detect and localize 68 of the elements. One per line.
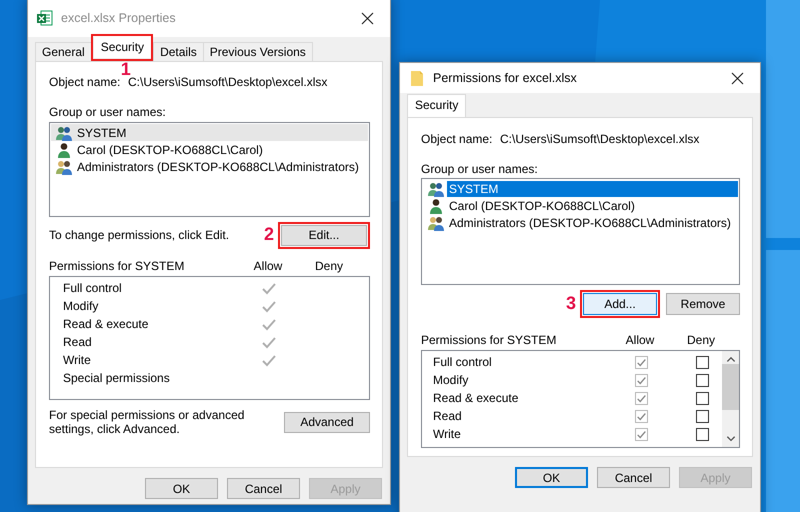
action-button[interactable]: Edit... [281, 224, 367, 246]
permission-name: Read [62, 335, 93, 349]
action-button[interactable]: Remove [666, 293, 740, 315]
checkbox[interactable] [696, 410, 708, 422]
object-path: C:\Users\iSumsoft\Desktop\excel.xlsx [500, 132, 700, 146]
users-icon [428, 180, 444, 196]
permission-name: Write [62, 353, 92, 367]
users-icon [56, 124, 72, 140]
tab[interactable]: General [35, 42, 92, 61]
section-label: Permissions for SYSTEM [421, 333, 558, 347]
user-icon [56, 142, 72, 158]
scrollbar[interactable] [722, 351, 739, 447]
tab[interactable]: Details [153, 42, 204, 61]
list-item[interactable]: SYSTEM [447, 180, 738, 196]
permission-name: Read [432, 409, 463, 423]
scroll-thumb[interactable] [722, 364, 739, 410]
users-icon [428, 214, 444, 230]
column-header: Deny [686, 333, 716, 347]
permission-name: Write [432, 427, 462, 441]
scroll-down-icon [724, 434, 736, 443]
close-icon[interactable] [730, 72, 744, 84]
tab[interactable]: Security [407, 94, 466, 117]
spreadsheet-icon [37, 10, 53, 26]
close-icon[interactable] [360, 12, 374, 24]
action-button[interactable]: Add... [583, 293, 657, 315]
field-label: Object name: [421, 132, 494, 146]
hint-text: For special permissions or advanced settings, click Advanced. [49, 408, 246, 436]
list-item[interactable]: Administrators (DESKTOP-KO688CL\Administrators) [75, 158, 361, 174]
list-item[interactable]: Carol (DESKTOP-KO688CL\Carol) [75, 142, 265, 158]
checkbox[interactable] [696, 374, 708, 386]
permission-name: Modify [62, 299, 100, 313]
section-label: Group or user names: [421, 162, 539, 176]
list-item[interactable]: SYSTEM [75, 124, 128, 140]
hint-text: To change permissions, click Edit. [49, 228, 230, 242]
permission-name: Read & execute [62, 317, 150, 331]
users-icon [56, 158, 72, 174]
step-number: 3 [566, 294, 576, 312]
dialog-button[interactable]: Cancel [227, 478, 300, 499]
user-icon [428, 198, 444, 214]
dialog-button[interactable]: Cancel [597, 467, 670, 488]
checkbox[interactable] [696, 392, 708, 404]
checkbox[interactable] [696, 428, 708, 440]
object-path: C:\Users\iSumsoft\Desktop\excel.xlsx [128, 75, 328, 89]
window-title: Permissions for excel.xlsx [433, 71, 578, 85]
folder-icon [409, 70, 425, 86]
section-label: Group or user names: [49, 105, 167, 119]
permission-name: Full control [432, 355, 493, 369]
column-header: Deny [314, 259, 344, 273]
permission-name: Read & execute [432, 391, 520, 405]
column-header: Allow [252, 259, 284, 273]
advanced-button[interactable]: Advanced [284, 412, 370, 432]
field-label: Object name: [49, 75, 122, 89]
section-label: Permissions for SYSTEM [49, 259, 186, 273]
permission-name: Special permissions [62, 371, 171, 385]
step-number: 2 [264, 225, 274, 243]
step-number: 1 [120, 60, 131, 78]
permission-name: Full control [62, 281, 123, 295]
tab[interactable]: Security [94, 37, 152, 58]
permission-name: Modify [432, 373, 470, 387]
column-header: Allow [624, 333, 656, 347]
dialog-button[interactable]: OK [515, 467, 588, 488]
scroll-up-icon [724, 355, 736, 364]
window-title: excel.xlsx Properties [61, 11, 177, 25]
list-item[interactable]: Administrators (DESKTOP-KO688CL\Administrators) [447, 214, 733, 230]
dialog-button[interactable]: OK [145, 478, 218, 499]
tab[interactable]: Previous Versions [202, 42, 313, 61]
list-item[interactable]: Carol (DESKTOP-KO688CL\Carol) [447, 198, 637, 214]
checkbox[interactable] [696, 356, 708, 368]
